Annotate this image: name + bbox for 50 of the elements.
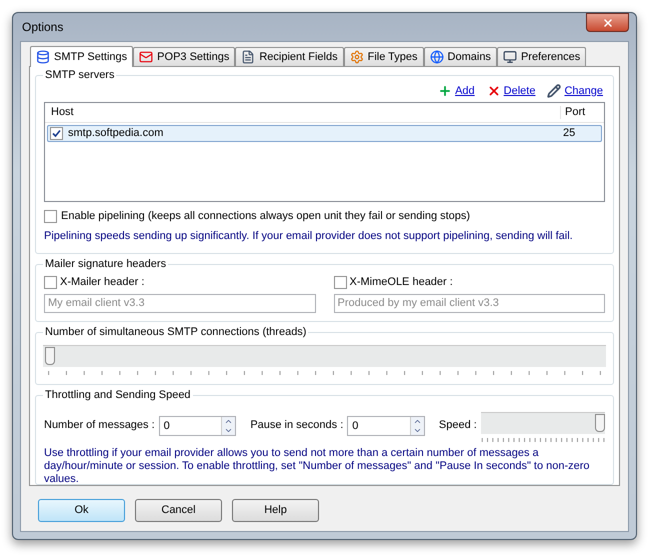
- toolbar-link[interactable]: Delete: [486, 84, 536, 98]
- checkbox[interactable]: [334, 276, 346, 289]
- tab[interactable]: POP3 Settings: [133, 47, 236, 66]
- tab[interactable]: Recipient Fields: [235, 47, 344, 66]
- pencil-icon: [547, 84, 562, 98]
- group-title: Number of simultaneous SMTP connections (threads): [43, 324, 308, 339]
- tab[interactable]: SMTP Settings: [30, 46, 134, 67]
- column-header[interactable]: Port: [560, 106, 604, 119]
- column-header[interactable]: Host: [45, 106, 560, 119]
- close-button[interactable]: [586, 13, 629, 32]
- checkbox[interactable]: [44, 210, 57, 223]
- delete-icon: [486, 84, 501, 98]
- checkbox-label[interactable]: X-Mailer header :: [60, 276, 144, 289]
- number-spinner[interactable]: 0: [158, 416, 236, 436]
- info-text: Pipelining speeds sending up significantly. If your email provider does not support pipelining, sending will fail.: [44, 230, 574, 243]
- tab[interactable]: Domains: [424, 47, 497, 66]
- plus-icon: [438, 84, 452, 98]
- checkbox[interactable]: [44, 276, 57, 289]
- window-title: Options: [21, 20, 64, 34]
- document-icon: [241, 50, 256, 64]
- monitor-icon: [502, 50, 517, 64]
- checkbox-label[interactable]: X-MimeOLE header :: [350, 276, 453, 289]
- field-label: Pause in seconds :: [250, 419, 344, 432]
- group-title: Mailer signature headers: [43, 256, 168, 271]
- globe-icon: [430, 50, 444, 64]
- slider-thumb[interactable]: [45, 346, 55, 365]
- field-label: Number of messages :: [44, 419, 155, 432]
- field-label: Speed :: [438, 419, 477, 432]
- row-checkbox[interactable]: [50, 127, 63, 140]
- dialog-button[interactable]: Help: [232, 499, 319, 522]
- toolbar-link[interactable]: Change: [547, 84, 603, 98]
- database-icon: [36, 50, 50, 64]
- mail-icon: [139, 50, 154, 64]
- number-spinner[interactable]: 0: [347, 416, 425, 436]
- checkbox-label[interactable]: Enable pipelining (keeps all connections always open unit they fail or sending stops): [61, 210, 470, 223]
- group-title: Throttling and Sending Speed: [43, 388, 193, 402]
- input-field[interactable]: My email client v3.3: [44, 294, 316, 313]
- server-row[interactable]: smtp.softpedia.com 25: [47, 125, 602, 142]
- gear-icon: [350, 50, 364, 64]
- dialog-button[interactable]: Cancel: [135, 499, 222, 522]
- tab[interactable]: Preferences: [496, 47, 586, 66]
- tab[interactable]: File Types: [344, 47, 424, 66]
- info-text: Use throttling if your email provider allows you to send not more than a certain number of messages a day/hour/minute or session. To enable throttling, set "Number of messages" and "Pause In seconds" to non-zero values.: [44, 447, 591, 486]
- close-icon: [602, 16, 614, 28]
- table-cell-text: 25: [562, 127, 576, 140]
- table-cell-text: smtp.softpedia.com: [68, 127, 164, 140]
- input-field[interactable]: Produced by my email client v3.3: [334, 294, 605, 313]
- dialog-button[interactable]: Ok: [38, 499, 125, 522]
- slider-thumb[interactable]: [595, 414, 605, 432]
- toolbar-link[interactable]: Add: [438, 84, 475, 98]
